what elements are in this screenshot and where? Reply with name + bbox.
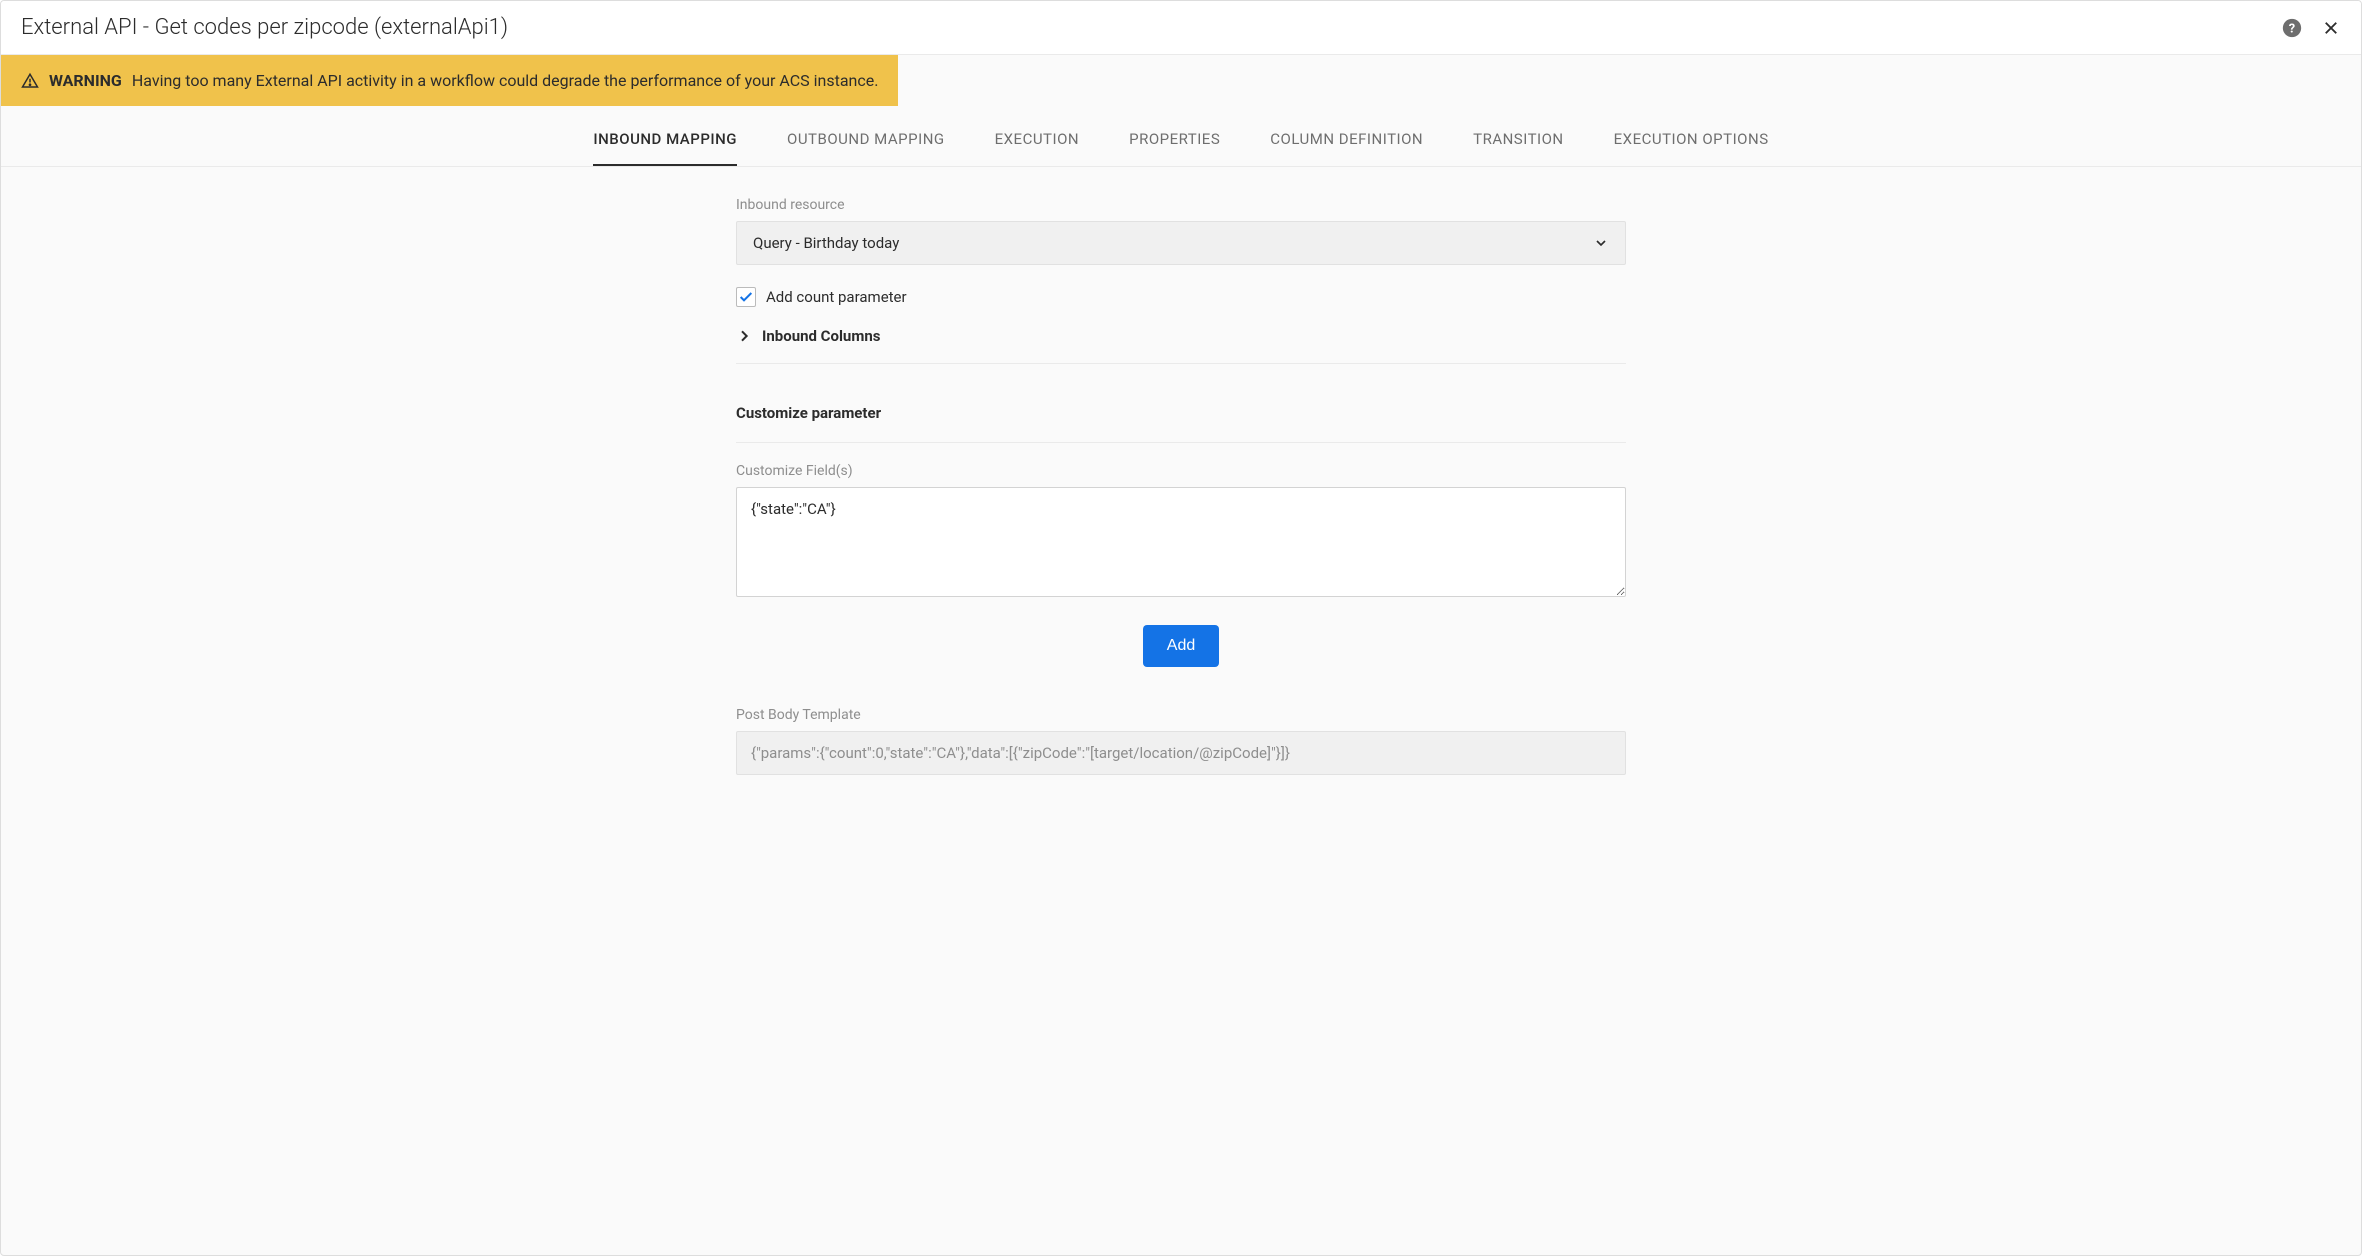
chevron-down-icon [1593,235,1609,251]
warning-banner: WARNING Having too many External API act… [1,55,898,106]
warning-icon [21,72,39,90]
content: Inbound resource Query - Birthday today … [736,167,1626,815]
customize-heading: Customize parameter [736,404,1626,443]
inbound-columns-toggle[interactable]: Inbound Columns [736,327,1626,364]
warning-label: WARNING [49,71,122,90]
dialog-title: External API - Get codes per zipcode (ex… [21,15,508,40]
add-count-row: Add count parameter [736,287,1626,307]
help-icon[interactable]: ? [2281,17,2303,39]
dialog-header-actions: ? [2281,17,2341,39]
tab-outbound-mapping[interactable]: OUTBOUND MAPPING [787,130,945,166]
add-count-label: Add count parameter [766,288,907,306]
add-button[interactable]: Add [1143,625,1219,667]
svg-text:?: ? [2289,21,2295,36]
post-body-template: {"params":{"count":0,"state":"CA"},"data… [736,731,1626,775]
add-count-checkbox[interactable] [736,287,756,307]
customize-fields-label: Customize Field(s) [736,463,1626,479]
inbound-columns-label: Inbound Columns [762,327,880,345]
check-icon [738,289,754,305]
tab-transition[interactable]: TRANSITION [1473,130,1564,166]
inbound-resource-value: Query - Birthday today [753,234,899,252]
add-button-wrap: Add [736,625,1626,667]
warning-text: Having too many External API activity in… [132,71,879,90]
tab-column-definition[interactable]: COLUMN DEFINITION [1270,130,1423,166]
dialog: External API - Get codes per zipcode (ex… [0,0,2362,1256]
inbound-resource-select[interactable]: Query - Birthday today [736,221,1626,265]
tab-execution-options[interactable]: EXECUTION OPTIONS [1614,130,1769,166]
tab-execution[interactable]: EXECUTION [995,130,1080,166]
customize-fields-input[interactable] [736,487,1626,597]
tabs: INBOUND MAPPING OUTBOUND MAPPING EXECUTI… [1,106,2361,167]
close-icon[interactable] [2321,18,2341,38]
chevron-right-icon [736,328,752,344]
inbound-resource-label: Inbound resource [736,197,1626,213]
tab-properties[interactable]: PROPERTIES [1129,130,1220,166]
dialog-header: External API - Get codes per zipcode (ex… [1,1,2361,55]
post-body-label: Post Body Template [736,707,1626,723]
tab-inbound-mapping[interactable]: INBOUND MAPPING [593,130,737,166]
